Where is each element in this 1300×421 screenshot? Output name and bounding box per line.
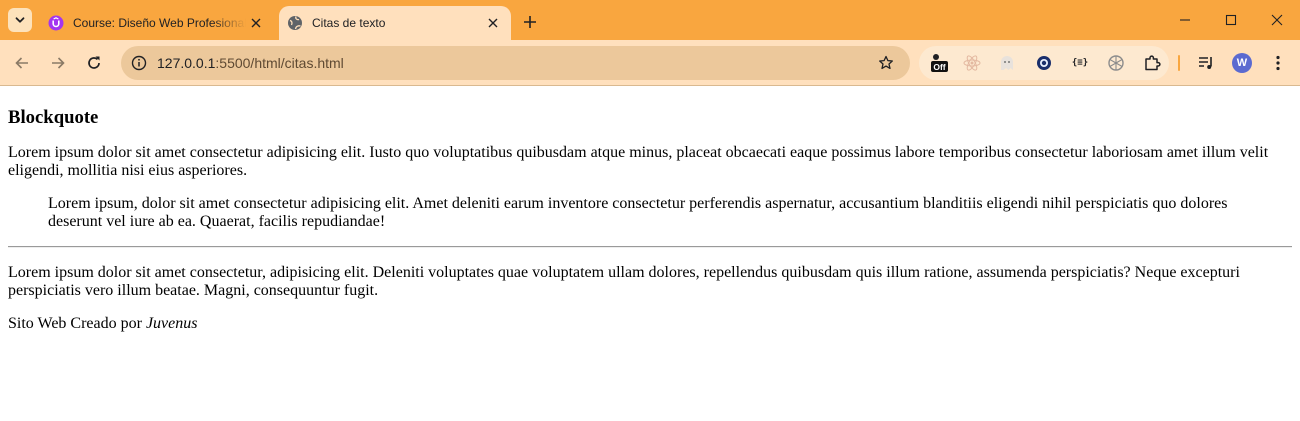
new-tab-button[interactable] [518, 10, 542, 34]
toolbar: 127.0.0.1:5500/html/citas.html Off {≡} W [0, 40, 1300, 86]
tab-strip: Course: Diseño Web Profesional Citas de … [0, 0, 1300, 40]
url-path: :5500/html/citas.html [215, 55, 344, 71]
chevron-down-icon [15, 17, 25, 23]
close-icon [1271, 14, 1283, 26]
arrow-left-icon [15, 57, 28, 69]
toolbar-separator [1178, 55, 1180, 71]
off-badge-extension-icon[interactable]: Off [929, 53, 949, 73]
close-icon[interactable] [246, 13, 266, 33]
forward-button[interactable] [45, 50, 71, 76]
avatar: W [1232, 53, 1252, 73]
maximize-button[interactable] [1208, 0, 1254, 40]
back-button[interactable] [9, 50, 35, 76]
menu-button[interactable] [1265, 50, 1291, 76]
json-viewer-icon[interactable]: {≡} [1068, 53, 1092, 73]
page-content: Blockquote Lorem ipsum dolor sit amet co… [8, 107, 1292, 348]
tab-title: Course: Diseño Web Profesional [73, 16, 246, 30]
paragraph-1: Lorem ipsum dolor sit amet consectetur a… [8, 144, 1269, 179]
tab-search-button[interactable] [8, 8, 32, 32]
udemy-icon [48, 15, 64, 31]
bookmark-star-icon[interactable] [876, 53, 896, 73]
url-host: 127.0.0.1 [157, 55, 216, 71]
ghost-extension-icon[interactable] [997, 53, 1017, 73]
maximize-icon [1225, 14, 1237, 26]
tab-course[interactable]: Course: Diseño Web Profesional [38, 6, 274, 40]
site-info-icon[interactable] [127, 51, 151, 75]
url-text[interactable]: 127.0.0.1:5500/html/citas.html [157, 55, 344, 71]
footer-author: Juvenus [145, 315, 198, 332]
minimize-button[interactable] [1162, 0, 1208, 40]
close-icon[interactable] [483, 13, 503, 33]
minimize-icon [1180, 19, 1190, 21]
reload-button[interactable] [81, 50, 107, 76]
tab-citas[interactable]: Citas de texto [279, 6, 511, 40]
globe-icon [287, 15, 303, 31]
footer-credit: Sito Web Creado por Juvenus [8, 315, 1292, 333]
extension-badge-text: Off [933, 62, 945, 72]
footer-prefix: Sito Web Creado por [8, 315, 146, 332]
close-window-button[interactable] [1254, 0, 1300, 40]
horizontal-rule [8, 246, 1292, 248]
blue-shield-extension-icon[interactable] [1034, 53, 1054, 73]
playlist-icon [1199, 57, 1212, 69]
arrow-right-icon [52, 57, 65, 69]
chatgpt-icon[interactable] [1106, 53, 1126, 73]
extensions-puzzle-icon[interactable] [1142, 53, 1162, 73]
tab-title: Citas de texto [312, 16, 386, 30]
reload-icon [88, 56, 100, 69]
extensions-bar: Off {≡} [919, 46, 1169, 80]
page-heading: Blockquote [8, 107, 99, 128]
media-controls-button[interactable] [1193, 50, 1219, 76]
profile-button[interactable]: W [1229, 50, 1255, 76]
react-devtools-icon[interactable] [962, 53, 982, 73]
address-bar[interactable]: 127.0.0.1:5500/html/citas.html [121, 46, 910, 80]
plus-icon [524, 16, 536, 28]
paragraph-2: Lorem ipsum dolor sit amet consectetur, … [8, 264, 1240, 299]
blockquote: Lorem ipsum, dolor sit amet consectetur … [48, 195, 1228, 230]
kebab-menu-icon [1276, 55, 1280, 71]
